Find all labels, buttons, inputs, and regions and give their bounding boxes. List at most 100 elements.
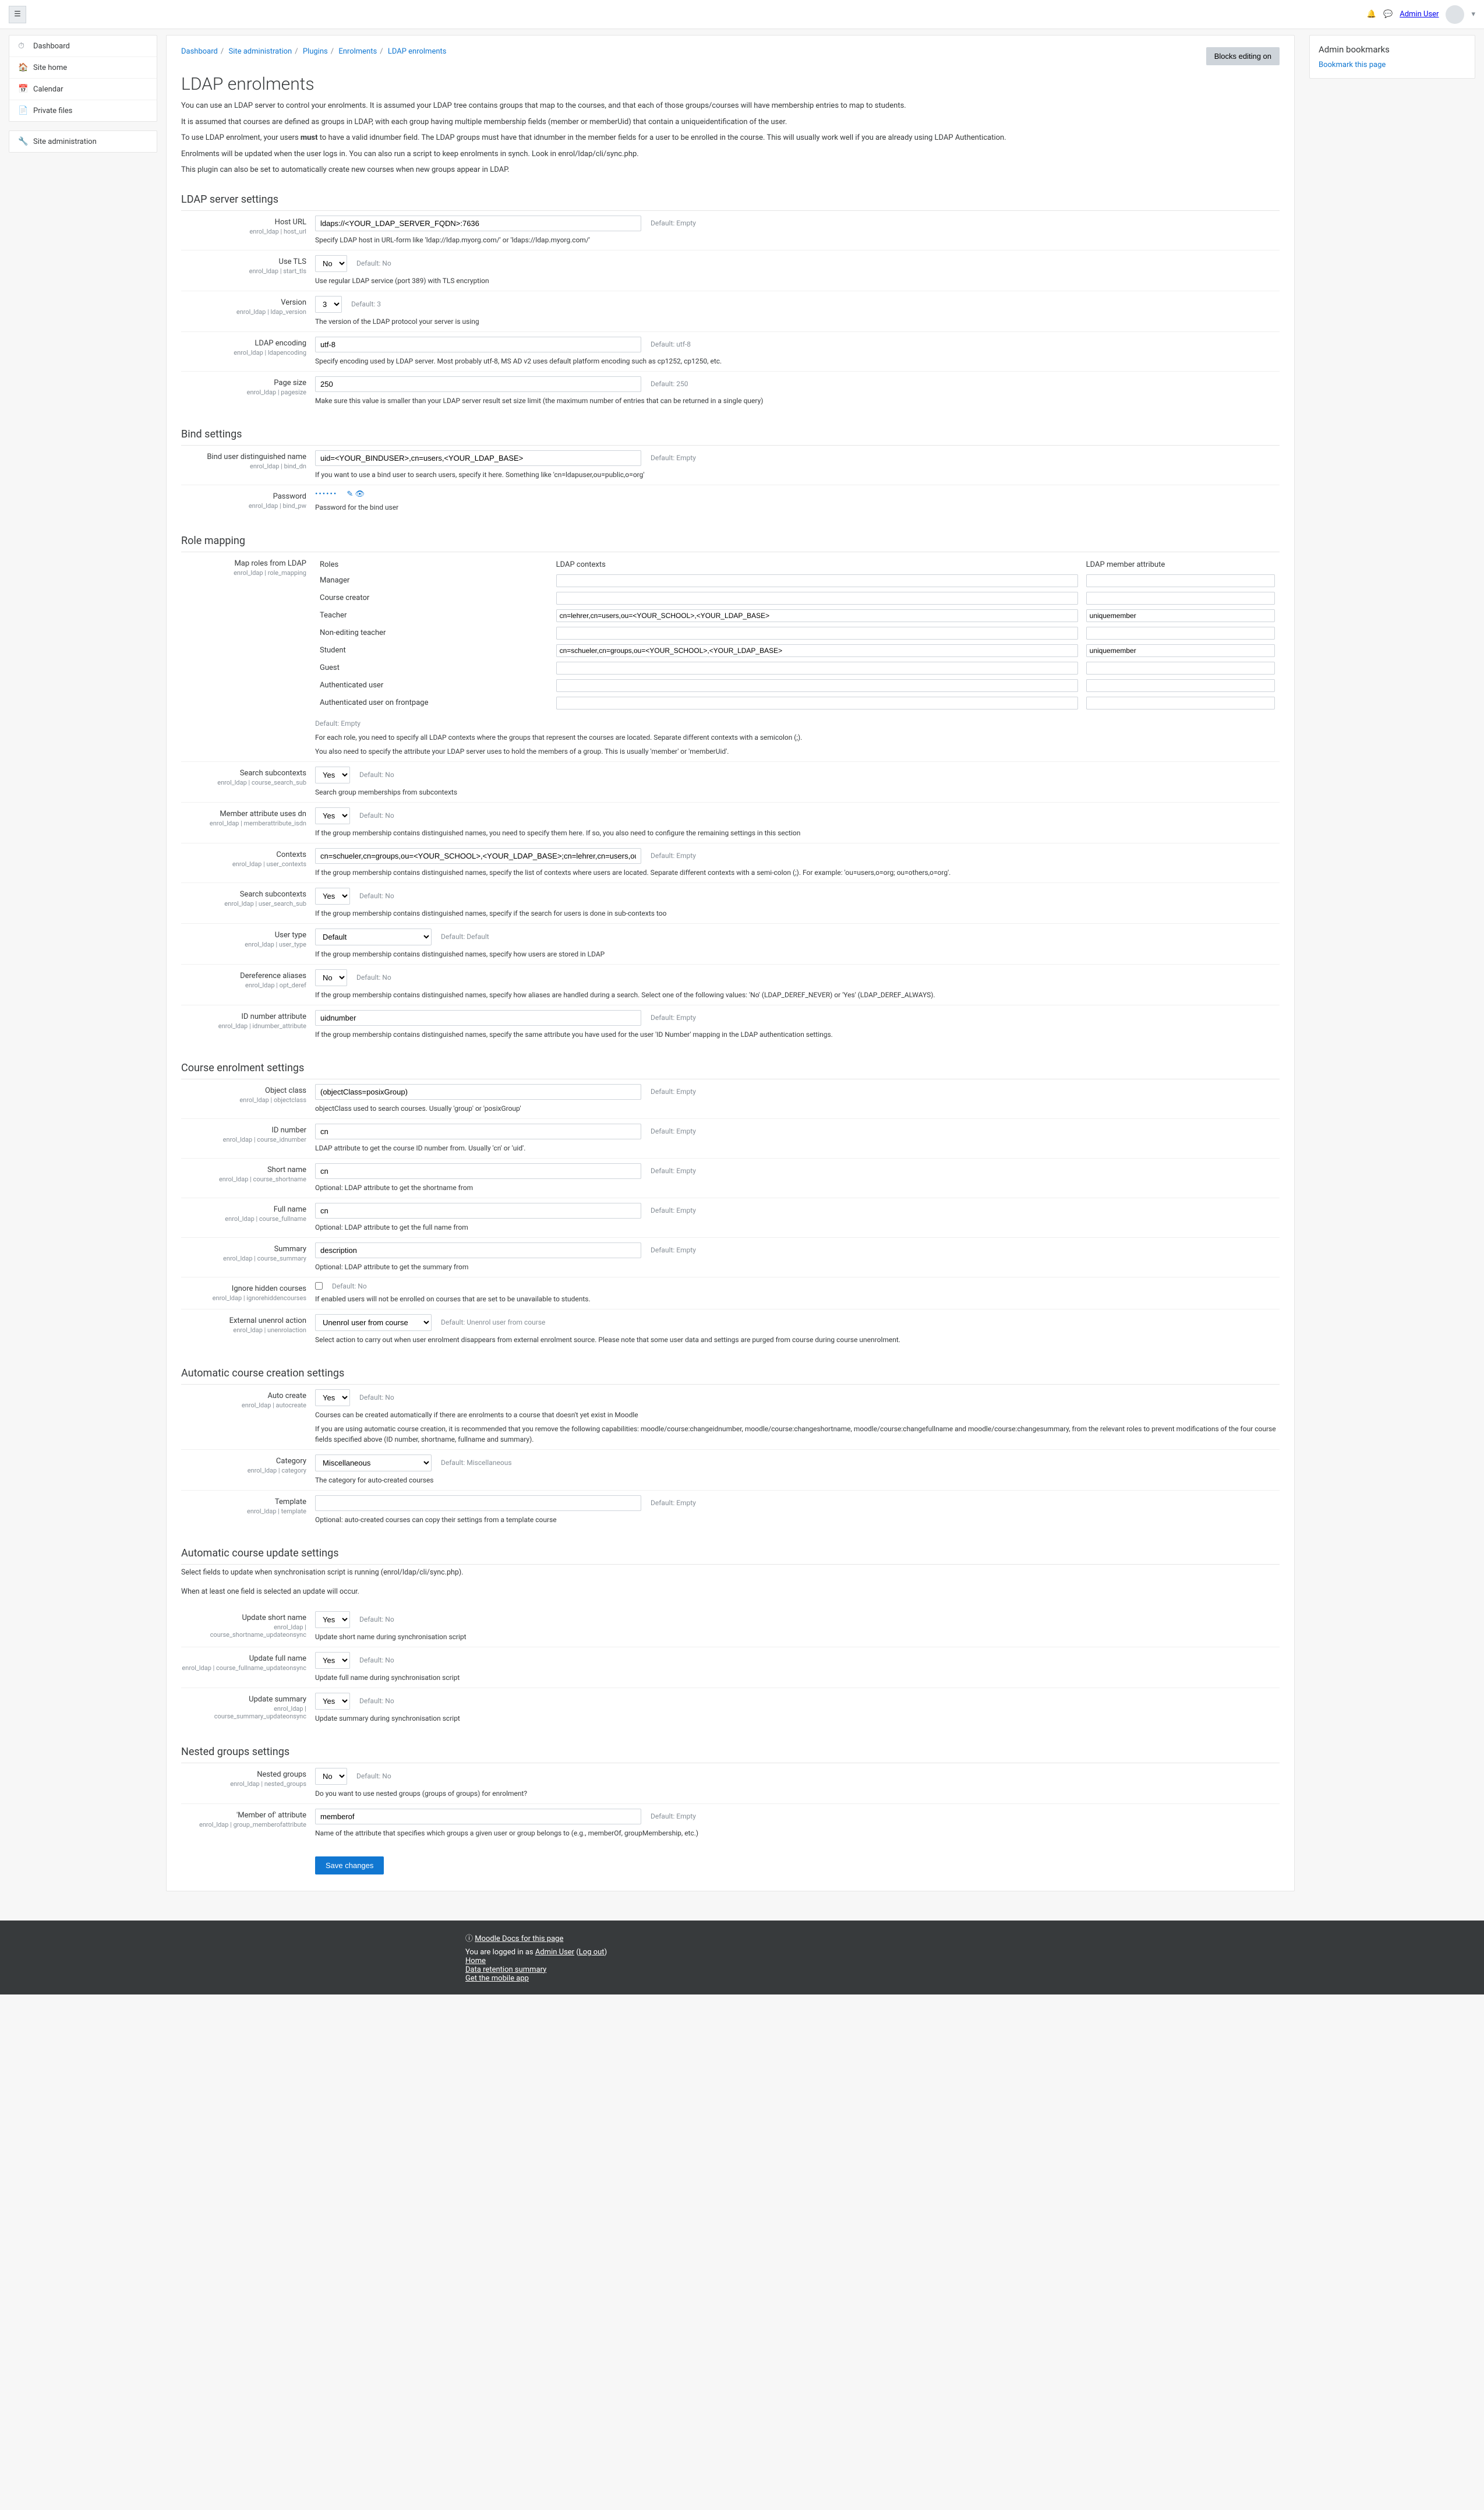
chevron-down-icon[interactable]: ▾ — [1471, 10, 1475, 19]
section-heading: Automatic course creation settings — [181, 1367, 1280, 1385]
text-input[interactable] — [315, 1163, 641, 1179]
text-input[interactable] — [315, 1203, 641, 1219]
select-input[interactable]: Default — [315, 929, 432, 945]
select-input[interactable]: 3 — [315, 296, 342, 313]
table-header: LDAP member attribute — [1083, 558, 1278, 571]
logout-link[interactable]: Log out — [579, 1948, 605, 1957]
table-row: Student — [316, 642, 1278, 659]
select-input[interactable]: No — [315, 255, 347, 272]
role-attr-input[interactable] — [1086, 697, 1275, 709]
edit-icon[interactable]: ✎ — [347, 490, 353, 499]
text-input[interactable] — [315, 216, 641, 231]
bookmark-link[interactable]: Bookmark this page — [1319, 61, 1386, 69]
blocks-editing-button[interactable]: Blocks editing on — [1206, 47, 1280, 65]
breadcrumb-link[interactable]: Dashboard — [181, 47, 218, 56]
field-label: ID number — [271, 1126, 306, 1135]
role-attr-input[interactable] — [1086, 574, 1275, 587]
checkbox-input[interactable] — [315, 1282, 323, 1290]
role-context-input[interactable] — [556, 644, 1078, 657]
default-text: Default: Empty — [651, 1499, 696, 1507]
sidebar-item-label: Site home — [33, 63, 67, 72]
role-context-input[interactable] — [556, 679, 1078, 692]
field-key: enrol_ldap | ldapencoding — [181, 349, 306, 356]
sidebar-item-dashboard[interactable]: ⏱Dashboard — [9, 36, 157, 57]
select-input[interactable]: Yes — [315, 1693, 350, 1710]
select-input[interactable]: Yes — [315, 888, 350, 905]
text-input[interactable] — [315, 450, 641, 466]
help-text: objectClass used to search courses. Usua… — [315, 1103, 1280, 1114]
text-input[interactable] — [315, 848, 641, 864]
breadcrumb-link[interactable]: Enrolments — [338, 47, 377, 56]
role-attr-input[interactable] — [1086, 662, 1275, 675]
role-context-input[interactable] — [556, 662, 1078, 675]
field-label: Auto create — [267, 1392, 306, 1400]
field-key: enrol_ldap | course_summary — [181, 1255, 306, 1262]
role-context-input[interactable] — [556, 697, 1078, 709]
footer-link[interactable]: Home — [465, 1957, 486, 1965]
sidebar-item-sitehome[interactable]: 🏠 Site home — [9, 57, 157, 79]
eye-icon[interactable]: 👁 — [355, 490, 365, 499]
section-heading: Nested groups settings — [181, 1746, 1280, 1763]
text-input[interactable] — [315, 1084, 641, 1100]
default-text: Default: Miscellaneous — [441, 1459, 512, 1467]
text-input[interactable] — [315, 1242, 641, 1258]
role-attr-input[interactable] — [1086, 592, 1275, 605]
messages-icon[interactable]: 💬 — [1383, 10, 1393, 19]
footer-link[interactable]: Get the mobile app — [465, 1974, 529, 1983]
default-text: Default: Unenrol user from course — [441, 1318, 545, 1326]
sidebar-item-label: Site administration — [33, 137, 97, 146]
text-input[interactable] — [315, 1010, 641, 1026]
role-context-input[interactable] — [556, 592, 1078, 605]
text-input[interactable] — [315, 1809, 641, 1824]
select-input[interactable]: No — [315, 1768, 347, 1785]
field-label: 'Member of' attribute — [236, 1811, 306, 1820]
text-input[interactable] — [315, 1124, 641, 1139]
select-input[interactable]: Yes — [315, 1652, 350, 1669]
select-input[interactable]: Yes — [315, 767, 350, 783]
notifications-icon[interactable]: 🔔 — [1367, 10, 1376, 19]
sidebar-item-calendar[interactable]: 📅Calendar — [9, 79, 157, 100]
text-input[interactable] — [315, 376, 641, 392]
intro-text: This plugin can also be set to automatic… — [181, 164, 1280, 176]
default-text: Default: No — [356, 259, 391, 267]
breadcrumb-link[interactable]: LDAP enrolments — [388, 47, 447, 56]
footer-link[interactable]: Data retention summary — [465, 1965, 546, 1974]
sidebar-item-siteadmin[interactable]: 🔧Site administration — [9, 131, 157, 152]
select-input[interactable]: Yes — [315, 807, 350, 824]
select-input[interactable]: No — [315, 969, 347, 986]
field-key: enrol_ldap | user_search_sub — [181, 900, 306, 908]
breadcrumb-link[interactable]: Site administration — [228, 47, 292, 56]
role-attr-input[interactable] — [1086, 627, 1275, 640]
avatar[interactable] — [1446, 5, 1464, 24]
home-icon: 🏠 — [18, 63, 27, 72]
select-input[interactable]: Miscellaneous — [315, 1455, 432, 1471]
field-key: enrol_ldap | course_fullname_updateonsyn… — [181, 1664, 306, 1672]
hamburger-menu[interactable]: ☰ — [9, 6, 26, 23]
field-label: Page size — [274, 379, 306, 387]
text-input[interactable] — [315, 1495, 641, 1511]
default-text: Default: Empty — [651, 1167, 696, 1175]
moodle-docs-link[interactable]: Moodle Docs for this page — [475, 1934, 563, 1943]
file-icon: 📄 — [18, 106, 27, 115]
help-text: If the group membership contains disting… — [315, 828, 1280, 838]
sidebar-item-files[interactable]: 📄Private files — [9, 100, 157, 121]
role-context-input[interactable] — [556, 627, 1078, 640]
footer-user-link[interactable]: Admin User — [535, 1948, 574, 1957]
table-row: Teacher — [316, 608, 1278, 624]
save-button[interactable]: Save changes — [315, 1856, 384, 1874]
role-attr-input[interactable] — [1086, 609, 1275, 622]
user-menu-link[interactable]: Admin User — [1400, 10, 1439, 19]
select-input[interactable]: Yes — [315, 1611, 350, 1628]
role-context-input[interactable] — [556, 609, 1078, 622]
section-intro: When at least one field is selected an u… — [181, 1587, 1280, 1596]
field-label: Dereference aliases — [240, 972, 306, 980]
help-text: If you are using automatic course creati… — [315, 1424, 1280, 1445]
role-attr-input[interactable] — [1086, 679, 1275, 692]
breadcrumb-link[interactable]: Plugins — [303, 47, 328, 56]
select-input[interactable]: Yes — [315, 1389, 350, 1406]
field-label: Short name — [267, 1166, 306, 1174]
role-attr-input[interactable] — [1086, 644, 1275, 657]
role-context-input[interactable] — [556, 574, 1078, 587]
text-input[interactable] — [315, 337, 641, 352]
select-input[interactable]: Unenrol user from course — [315, 1314, 432, 1331]
